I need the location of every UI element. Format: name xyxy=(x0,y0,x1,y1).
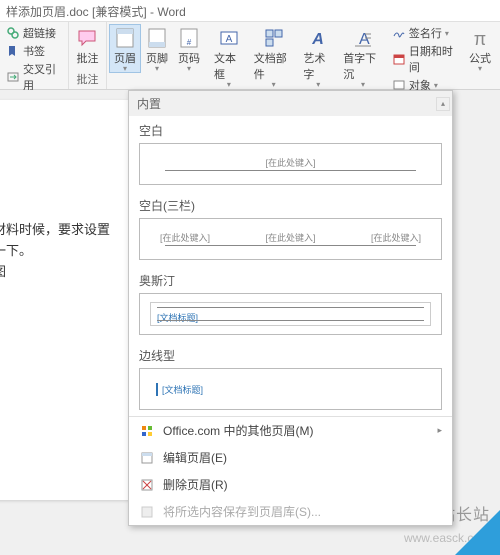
placeholder-text: [在此处键入] xyxy=(371,231,421,244)
gallery-preview: [文档标题] xyxy=(139,293,442,335)
datetime-icon xyxy=(392,52,406,66)
menuitem-label: Office.com 中的其他页眉(M) xyxy=(163,422,313,439)
header-button[interactable]: 页眉 ▾ xyxy=(109,24,141,73)
equation-icon: π xyxy=(469,27,491,49)
chevron-right-icon: ▸ xyxy=(437,425,442,436)
comment-icon xyxy=(76,27,98,49)
placeholder-text: [文档标题] xyxy=(156,383,203,396)
edit-header-icon xyxy=(139,450,155,466)
document-page[interactable]: 些材料时候，要求设置 绍一下。 如图 xyxy=(0,100,130,500)
parts-icon xyxy=(263,27,285,49)
comments-group-label: 批注 xyxy=(76,71,98,89)
menuitem-label: 将所选内容保存到页眉库(S)... xyxy=(163,503,321,520)
comment-button[interactable]: 批注 xyxy=(71,24,103,67)
hyperlink-label: 超链接 xyxy=(23,25,56,41)
sigline-button[interactable]: 签名行 ▾ xyxy=(390,24,460,42)
header-icon xyxy=(114,27,136,49)
doc-text-line: 如图 xyxy=(0,262,118,283)
parts-label: 文档部件 xyxy=(254,50,294,82)
bookmark-button[interactable]: 书签 xyxy=(4,42,64,60)
placeholder-text: [在此处键入] xyxy=(160,231,210,244)
equation-button[interactable]: π 公式 ▾ xyxy=(464,24,496,73)
textbox-button[interactable]: A 文本框 ▾ xyxy=(209,24,249,89)
parts-button[interactable]: 文档部件 ▾ xyxy=(249,24,299,89)
textbox-icon: A xyxy=(218,27,240,49)
svg-text:#: # xyxy=(187,38,192,47)
more-from-office-button[interactable]: Office.com 中的其他页眉(M) ▸ xyxy=(129,417,452,444)
svg-text:A: A xyxy=(225,34,232,45)
pagenum-button[interactable]: # 页码 ▾ xyxy=(173,24,205,73)
gallery-preview: [在此处键入] [在此处键入] [在此处键入] xyxy=(139,218,442,260)
gallery-item-blank3[interactable]: 空白(三栏) [在此处键入] [在此处键入] [在此处键入] xyxy=(129,191,452,266)
gallery-scrollbar[interactable]: ▴ xyxy=(436,97,450,425)
crossref-button[interactable]: 交叉引用 xyxy=(4,60,64,94)
header-gallery-dropdown: 内置 空白 [在此处键入] 空白(三栏) [在此处键入] [在此处键入] [在此… xyxy=(128,90,453,526)
gallery-item-label: 空白 xyxy=(139,122,442,139)
wordart-button[interactable]: A 艺术字 ▾ xyxy=(298,24,338,89)
datetime-label: 日期和时间 xyxy=(409,43,458,75)
placeholder-text: [文档标题] xyxy=(157,311,198,324)
title-text: 样添加页眉.doc [兼容模式] - Word xyxy=(6,5,186,19)
wordart-icon: A xyxy=(307,27,329,49)
gallery-item-austin[interactable]: 奥斯汀 [文档标题] xyxy=(129,266,452,341)
placeholder-text: [在此处键入] xyxy=(265,156,315,169)
corner-decoration xyxy=(455,510,500,555)
gallery-item-label: 空白(三栏) xyxy=(139,197,442,214)
remove-header-button[interactable]: 删除页眉(R) xyxy=(129,471,452,498)
doc-text-line: 些材料时候，要求设置 xyxy=(0,220,118,241)
bookmark-icon xyxy=(6,44,20,58)
menuitem-label: 删除页眉(R) xyxy=(163,476,228,493)
wordart-label: 艺术字 xyxy=(303,50,333,82)
placeholder-text: [在此处键入] xyxy=(265,231,315,244)
gallery-item-label: 奥斯汀 xyxy=(139,272,442,289)
gallery-item-blank[interactable]: 空白 [在此处键入] xyxy=(129,116,452,191)
footer-icon xyxy=(146,27,168,49)
crossref-label: 交叉引用 xyxy=(23,61,62,93)
chevron-down-icon: ▾ xyxy=(155,66,159,72)
gallery-preview: [文档标题] xyxy=(139,368,442,410)
chevron-down-icon: ▾ xyxy=(187,66,191,72)
chevron-down-icon: ▾ xyxy=(272,82,276,88)
svg-text:π: π xyxy=(474,29,486,49)
gallery-preview: [在此处键入] xyxy=(139,143,442,185)
sigline-label: 签名行 xyxy=(409,25,442,41)
remove-header-icon xyxy=(139,477,155,493)
hyperlink-button[interactable]: 超链接 xyxy=(4,24,64,42)
chevron-down-icon: ▾ xyxy=(227,82,231,88)
dropcap-icon: A xyxy=(352,27,374,49)
datetime-button[interactable]: 日期和时间 xyxy=(390,42,460,76)
menuitem-label: 编辑页眉(E) xyxy=(163,449,227,466)
comment-label: 批注 xyxy=(76,50,98,66)
ribbon: 超链接 书签 交叉引用 批注 批注 页眉 ▾ xyxy=(0,22,500,90)
gallery-item-label: 边线型 xyxy=(139,347,442,364)
chevron-down-icon: ▾ xyxy=(478,66,482,72)
dropcap-label: 首字下沉 xyxy=(343,50,383,82)
footer-button[interactable]: 页脚 ▾ xyxy=(141,24,173,73)
chevron-down-icon: ▾ xyxy=(361,82,365,88)
save-gallery-icon xyxy=(139,504,155,520)
dropcap-button[interactable]: A 首字下沉 ▾ xyxy=(338,24,388,89)
bookmark-label: 书签 xyxy=(23,43,45,59)
doc-text-line: 绍一下。 xyxy=(0,241,118,262)
scroll-up-icon[interactable]: ▴ xyxy=(436,97,450,111)
title-bar: 样添加页眉.doc [兼容模式] - Word xyxy=(0,0,500,22)
gallery-item-sideline[interactable]: 边线型 [文档标题] xyxy=(129,341,452,416)
hyperlink-icon xyxy=(6,26,20,40)
save-to-gallery-button: 将所选内容保存到页眉库(S)... xyxy=(129,498,452,525)
gallery-section-builtin: 内置 xyxy=(129,91,452,116)
textbox-label: 文本框 xyxy=(214,50,244,82)
crossref-icon xyxy=(6,70,20,84)
office-icon xyxy=(139,423,155,439)
signature-icon xyxy=(392,26,406,40)
edit-header-button[interactable]: 编辑页眉(E) xyxy=(129,444,452,471)
chevron-down-icon: ▾ xyxy=(316,82,320,88)
pagenum-icon: # xyxy=(178,27,200,49)
chevron-down-icon: ▾ xyxy=(123,66,127,72)
svg-text:A: A xyxy=(312,31,325,48)
